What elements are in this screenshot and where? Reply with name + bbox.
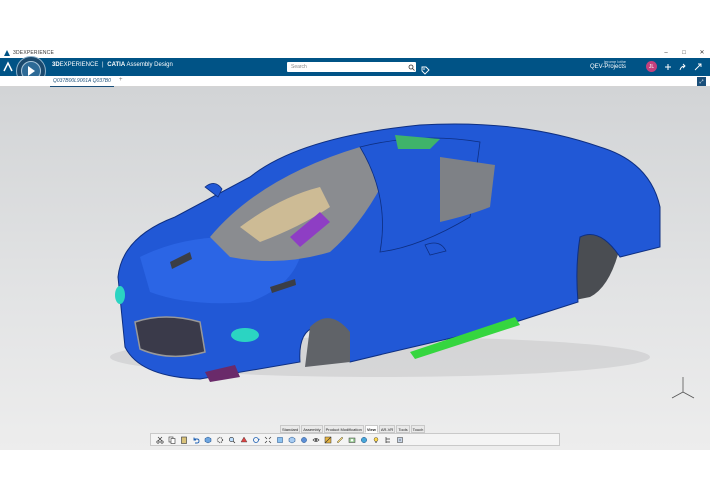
- cube-icon[interactable]: [203, 435, 212, 444]
- section-view-icon[interactable]: [323, 435, 332, 444]
- action-bar-tools: [150, 433, 560, 446]
- lighting-icon[interactable]: [371, 435, 380, 444]
- more-icon[interactable]: [395, 435, 404, 444]
- fit-all-icon[interactable]: [263, 435, 272, 444]
- section-touch[interactable]: Touch: [410, 425, 426, 433]
- hide-show-icon[interactable]: [311, 435, 320, 444]
- left-headlight: [115, 286, 125, 304]
- share-icon[interactable]: [678, 62, 688, 72]
- ds-logo-icon[interactable]: [2, 61, 14, 73]
- brand-module: Assembly Design: [126, 62, 173, 68]
- 3d-viewport[interactable]: [0, 87, 710, 450]
- add-icon[interactable]: [663, 62, 673, 72]
- car-model[interactable]: [0, 87, 710, 450]
- right-headlight: [231, 328, 259, 342]
- play-icon: [28, 66, 35, 76]
- brand-catia: CATIA: [107, 62, 126, 68]
- avatar[interactable]: JL: [646, 61, 657, 72]
- ambiance-icon[interactable]: [359, 435, 368, 444]
- front-wheel-well: [305, 318, 350, 367]
- search-icon[interactable]: [406, 62, 416, 72]
- search-input[interactable]: Search: [287, 62, 416, 72]
- render-style-icon[interactable]: [299, 435, 308, 444]
- section-standard[interactable]: Standard: [280, 425, 301, 433]
- fly-icon[interactable]: [239, 435, 248, 444]
- window-title: 3DEXPERIENCE: [13, 49, 55, 56]
- copy-icon[interactable]: [167, 435, 176, 444]
- window-titlebar: 3DEXPERIENCE – □ ✕: [0, 47, 710, 58]
- measure-icon[interactable]: [335, 435, 344, 444]
- tag-icon[interactable]: [420, 62, 430, 75]
- brand-experience: EXPERIENCE: [59, 62, 99, 68]
- section-assembly[interactable]: Assembly: [301, 425, 323, 433]
- user-block[interactable]: jerome lothe QEV-Projects: [590, 59, 626, 70]
- search-placeholder: Search: [291, 64, 307, 70]
- tree-icon[interactable]: [383, 435, 392, 444]
- app-window: 3DEXPERIENCE – □ ✕ 3DEXPERIENCE | CATIA …: [0, 0, 710, 500]
- brand-separator: |: [102, 62, 104, 68]
- brand-3d: 3D: [52, 62, 60, 68]
- minimize-button[interactable]: –: [662, 50, 670, 56]
- section-view[interactable]: View: [364, 425, 378, 433]
- normal-view-icon[interactable]: [275, 435, 284, 444]
- photo-icon[interactable]: [347, 435, 356, 444]
- maximize-button[interactable]: □: [680, 50, 688, 56]
- close-button[interactable]: ✕: [698, 49, 706, 56]
- gear-icon[interactable]: [215, 435, 224, 444]
- section-tools[interactable]: Tools: [396, 425, 410, 433]
- paste-icon[interactable]: [179, 435, 188, 444]
- axis-triad-icon: [671, 377, 695, 399]
- collab-space-selector[interactable]: QEV-Projects: [590, 64, 626, 70]
- action-bar: Standard Assembly Product Modification V…: [150, 425, 560, 450]
- front-grille: [134, 316, 206, 358]
- isometric-icon[interactable]: [287, 435, 296, 444]
- tab-document[interactable]: Q037B00L9001A Q037B0: [50, 76, 114, 87]
- apps-icon[interactable]: [693, 62, 703, 72]
- section-ar-vr[interactable]: AR-VR: [378, 425, 396, 433]
- action-bar-sections: Standard Assembly Product Modification V…: [280, 425, 426, 433]
- cut-icon[interactable]: [155, 435, 164, 444]
- section-product-modification[interactable]: Product Modification: [323, 425, 364, 433]
- ds-logo-icon: [2, 49, 11, 57]
- tab-bar: Q037B00L9001A Q037B0 +: [0, 76, 710, 87]
- topbar-icons: ?: [663, 62, 710, 72]
- window-controls: – □ ✕: [662, 47, 706, 58]
- plus-icon[interactable]: +: [119, 77, 123, 83]
- zoom-icon[interactable]: [227, 435, 236, 444]
- app-brand: 3DEXPERIENCE | CATIA Assembly Design: [52, 62, 173, 68]
- rotate-icon[interactable]: [251, 435, 260, 444]
- bottom-margin: [0, 450, 710, 500]
- undo-icon[interactable]: [191, 435, 200, 444]
- expand-icon[interactable]: ⤢: [697, 77, 706, 86]
- left-mirror: [204, 183, 223, 198]
